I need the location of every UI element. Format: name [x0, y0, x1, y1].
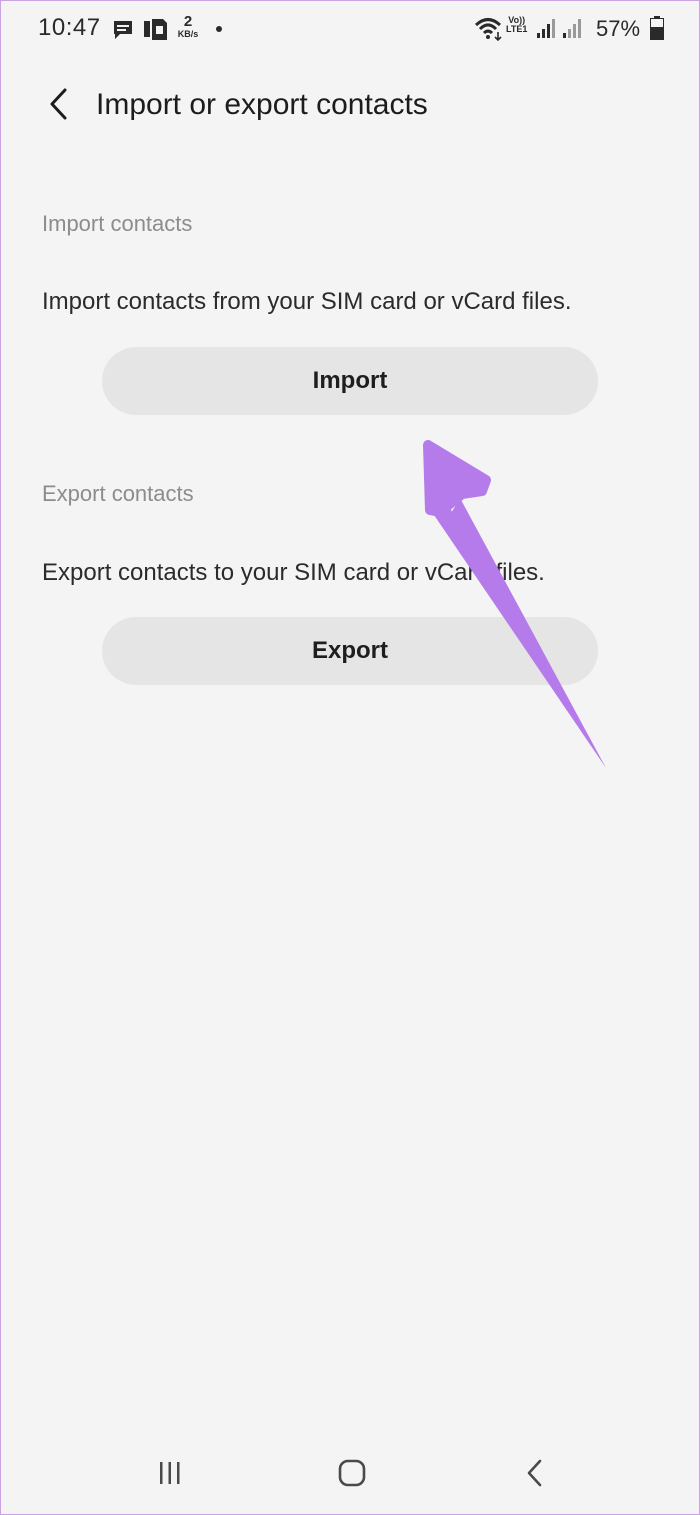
- navigation-bar: [0, 1430, 700, 1515]
- status-time: 10:47: [38, 14, 101, 41]
- message-icon: [112, 19, 134, 46]
- home-button[interactable]: [327, 1448, 377, 1498]
- sim-icon: [143, 18, 169, 47]
- status-bar: 10:47 2 KB/s Vo)) LTE1 57%: [0, 0, 700, 60]
- export-description: Export contacts to your SIM card or vCar…: [42, 559, 545, 586]
- back-arrow-icon: [50, 88, 67, 120]
- network-speed-unit: KB/s: [177, 29, 199, 39]
- lte-label: LTE1: [506, 24, 528, 35]
- battery-icon: [650, 16, 664, 45]
- notification-dot: [216, 26, 222, 32]
- recent-apps-button[interactable]: [145, 1448, 195, 1498]
- volte-indicator: Vo)) LTE1: [506, 15, 528, 35]
- import-button[interactable]: Import: [102, 347, 598, 415]
- recent-apps-icon: [160, 1462, 180, 1484]
- export-button[interactable]: Export: [102, 617, 598, 685]
- battery-percent: 57%: [596, 16, 641, 41]
- import-description: Import contacts from your SIM card or vC…: [42, 288, 572, 315]
- network-speed: 2 KB/s: [175, 14, 201, 39]
- nav-back-button[interactable]: [510, 1448, 560, 1498]
- page-title: Import or export contacts: [96, 88, 428, 121]
- import-section-label: Import contacts: [42, 211, 193, 236]
- export-section-label: Export contacts: [42, 481, 194, 506]
- network-speed-value: 2: [183, 13, 193, 30]
- back-button[interactable]: [38, 82, 78, 126]
- signal-icon: [562, 18, 584, 45]
- back-icon: [527, 1459, 542, 1487]
- home-icon: [338, 1459, 366, 1487]
- signal-icon: [536, 18, 558, 45]
- wifi-icon: [474, 16, 504, 47]
